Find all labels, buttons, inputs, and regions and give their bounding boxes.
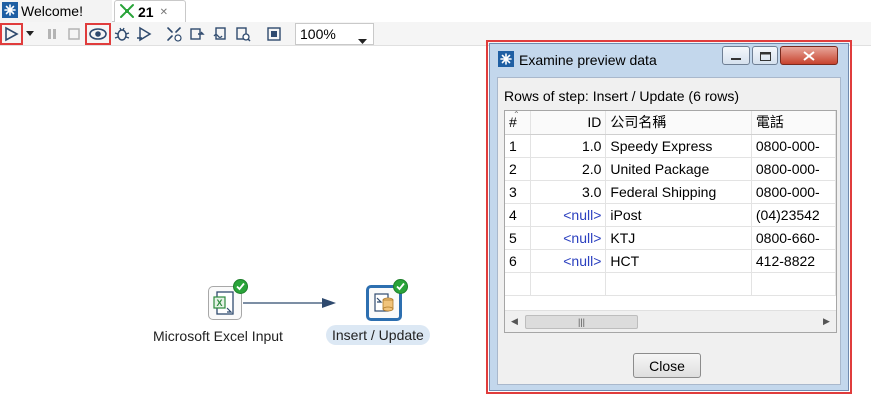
tab-bar-fill bbox=[186, 0, 871, 22]
maximize-icon bbox=[759, 48, 771, 64]
chevron-down-icon bbox=[358, 32, 367, 48]
table-row[interactable]: 2 2.0 United Package 0800-000- bbox=[505, 157, 836, 181]
column-header-phone[interactable]: 電話 bbox=[751, 111, 836, 135]
success-check-icon bbox=[233, 279, 248, 294]
id-cell: 1.0 bbox=[530, 134, 607, 158]
explore-db-button[interactable] bbox=[233, 24, 253, 44]
id-cell-null: <null> bbox=[530, 203, 607, 227]
row-number: 2 bbox=[505, 157, 531, 181]
run-button-highlight bbox=[0, 23, 23, 45]
zoom-value: 100% bbox=[300, 26, 336, 42]
tab-transformation[interactable]: 21 ✕ bbox=[114, 0, 186, 23]
replay-icon bbox=[136, 26, 152, 42]
id-cell: 2.0 bbox=[530, 157, 607, 181]
table-row[interactable]: 5 <null> KTJ 0800-660- bbox=[505, 226, 836, 250]
spoon-icon bbox=[2, 1, 18, 21]
replay-button[interactable] bbox=[134, 24, 154, 44]
pause-button[interactable] bbox=[42, 24, 62, 44]
run-options-dropdown[interactable] bbox=[23, 24, 37, 44]
close-button[interactable]: Close bbox=[633, 353, 701, 378]
chevron-down-icon bbox=[26, 31, 34, 37]
chevron-left-icon[interactable]: ◀ bbox=[511, 316, 518, 327]
column-header-company-name[interactable]: 公司名稱 bbox=[605, 111, 752, 135]
zoom-select[interactable]: 100% bbox=[295, 23, 374, 45]
column-header-row-number[interactable]: ⌃ # bbox=[505, 111, 531, 135]
preview-dialog-highlight: Examine preview data Rows of step: Inser… bbox=[486, 40, 852, 394]
tab-transformation-label: 21 bbox=[138, 4, 154, 20]
verify-button[interactable] bbox=[164, 24, 184, 44]
pause-icon bbox=[45, 27, 59, 41]
horizontal-scrollbar[interactable]: ◀ ||| ▶ bbox=[505, 310, 836, 332]
company-name-cell: KTJ bbox=[605, 226, 752, 250]
company-name-cell: iPost bbox=[605, 203, 752, 227]
preview-table-grid: ⌃ # ID 公司名稱 電話 1 1.0 Speedy Express 0800-… bbox=[505, 111, 836, 296]
minimize-button[interactable] bbox=[722, 46, 750, 65]
scrollbar-thumb[interactable]: ||| bbox=[525, 315, 638, 329]
spoon-icon bbox=[498, 50, 514, 70]
company-name-cell: United Package bbox=[605, 157, 752, 181]
window-close-button[interactable] bbox=[780, 46, 838, 65]
table-row[interactable]: 1 1.0 Speedy Express 0800-000- bbox=[505, 134, 836, 158]
maximize-button[interactable] bbox=[752, 46, 778, 65]
id-cell: 3.0 bbox=[530, 180, 607, 204]
stop-icon bbox=[67, 27, 81, 41]
preview-button-highlight bbox=[85, 23, 111, 45]
database-search-icon bbox=[235, 26, 251, 42]
column-header-id[interactable]: ID bbox=[530, 111, 607, 135]
sql-icon bbox=[212, 26, 228, 42]
sql-button[interactable] bbox=[210, 24, 230, 44]
show-results-button[interactable] bbox=[264, 24, 284, 44]
dialog-content: Rows of step: Insert / Update (6 rows) ⌃… bbox=[497, 77, 841, 385]
step-label: Insert / Update bbox=[326, 325, 430, 345]
sort-icon: ⌃ bbox=[513, 111, 520, 119]
results-icon bbox=[266, 26, 282, 42]
row-number: 3 bbox=[505, 180, 531, 204]
id-cell-null: <null> bbox=[530, 249, 607, 273]
tab-welcome[interactable]: Welcome! bbox=[0, 0, 112, 22]
company-name-cell: Federal Shipping bbox=[605, 180, 752, 204]
row-number: 4 bbox=[505, 203, 531, 227]
close-icon bbox=[803, 48, 815, 64]
tab-welcome-label: Welcome! bbox=[21, 3, 83, 19]
phone-cell: 0800-000- bbox=[751, 180, 836, 204]
chevron-right-icon[interactable]: ▶ bbox=[823, 316, 830, 327]
phone-cell: (04)23542 bbox=[751, 203, 836, 227]
phone-cell: 412-8822 bbox=[751, 249, 836, 273]
stop-button[interactable] bbox=[64, 24, 84, 44]
company-name-cell: Speedy Express bbox=[605, 134, 752, 158]
phone-cell: 0800-000- bbox=[751, 157, 836, 181]
table-row[interactable]: 6 <null> HCT 412-8822 bbox=[505, 249, 836, 273]
debug-button[interactable] bbox=[112, 24, 132, 44]
impact-button[interactable] bbox=[187, 24, 207, 44]
svg-text:X: X bbox=[216, 298, 222, 308]
minimize-icon bbox=[731, 48, 741, 64]
impact-icon bbox=[189, 26, 205, 42]
dialog-title: Examine preview data bbox=[519, 52, 657, 68]
phone-cell: 0800-660- bbox=[751, 226, 836, 250]
row-number: 5 bbox=[505, 226, 531, 250]
table-row-empty bbox=[505, 272, 836, 296]
table-row[interactable]: 4 <null> iPost (04)23542 bbox=[505, 203, 836, 227]
preview-table[interactable]: ⌃ # ID 公司名稱 電話 1 1.0 Speedy Express 0800-… bbox=[504, 110, 837, 333]
row-number: 6 bbox=[505, 249, 531, 273]
examine-preview-dialog: Examine preview data Rows of step: Inser… bbox=[489, 43, 849, 391]
success-check-icon bbox=[393, 279, 408, 294]
close-icon[interactable]: ✕ bbox=[160, 7, 168, 18]
transformation-icon bbox=[119, 3, 135, 22]
verify-icon bbox=[166, 26, 182, 42]
step-label: Microsoft Excel Input bbox=[153, 328, 283, 344]
rows-label: Rows of step: Insert / Update (6 rows) bbox=[504, 88, 739, 104]
row-number: 1 bbox=[505, 134, 531, 158]
company-name-cell: HCT bbox=[605, 249, 752, 273]
table-header-row: ⌃ # ID 公司名稱 電話 bbox=[505, 111, 836, 135]
table-row[interactable]: 3 3.0 Federal Shipping 0800-000- bbox=[505, 180, 836, 204]
phone-cell: 0800-000- bbox=[751, 134, 836, 158]
editor-tab-bar: Welcome! 21 ✕ bbox=[0, 0, 871, 23]
bug-icon bbox=[114, 26, 130, 42]
id-cell-null: <null> bbox=[530, 226, 607, 250]
dialog-title-bar[interactable]: Examine preview data bbox=[498, 49, 657, 71]
